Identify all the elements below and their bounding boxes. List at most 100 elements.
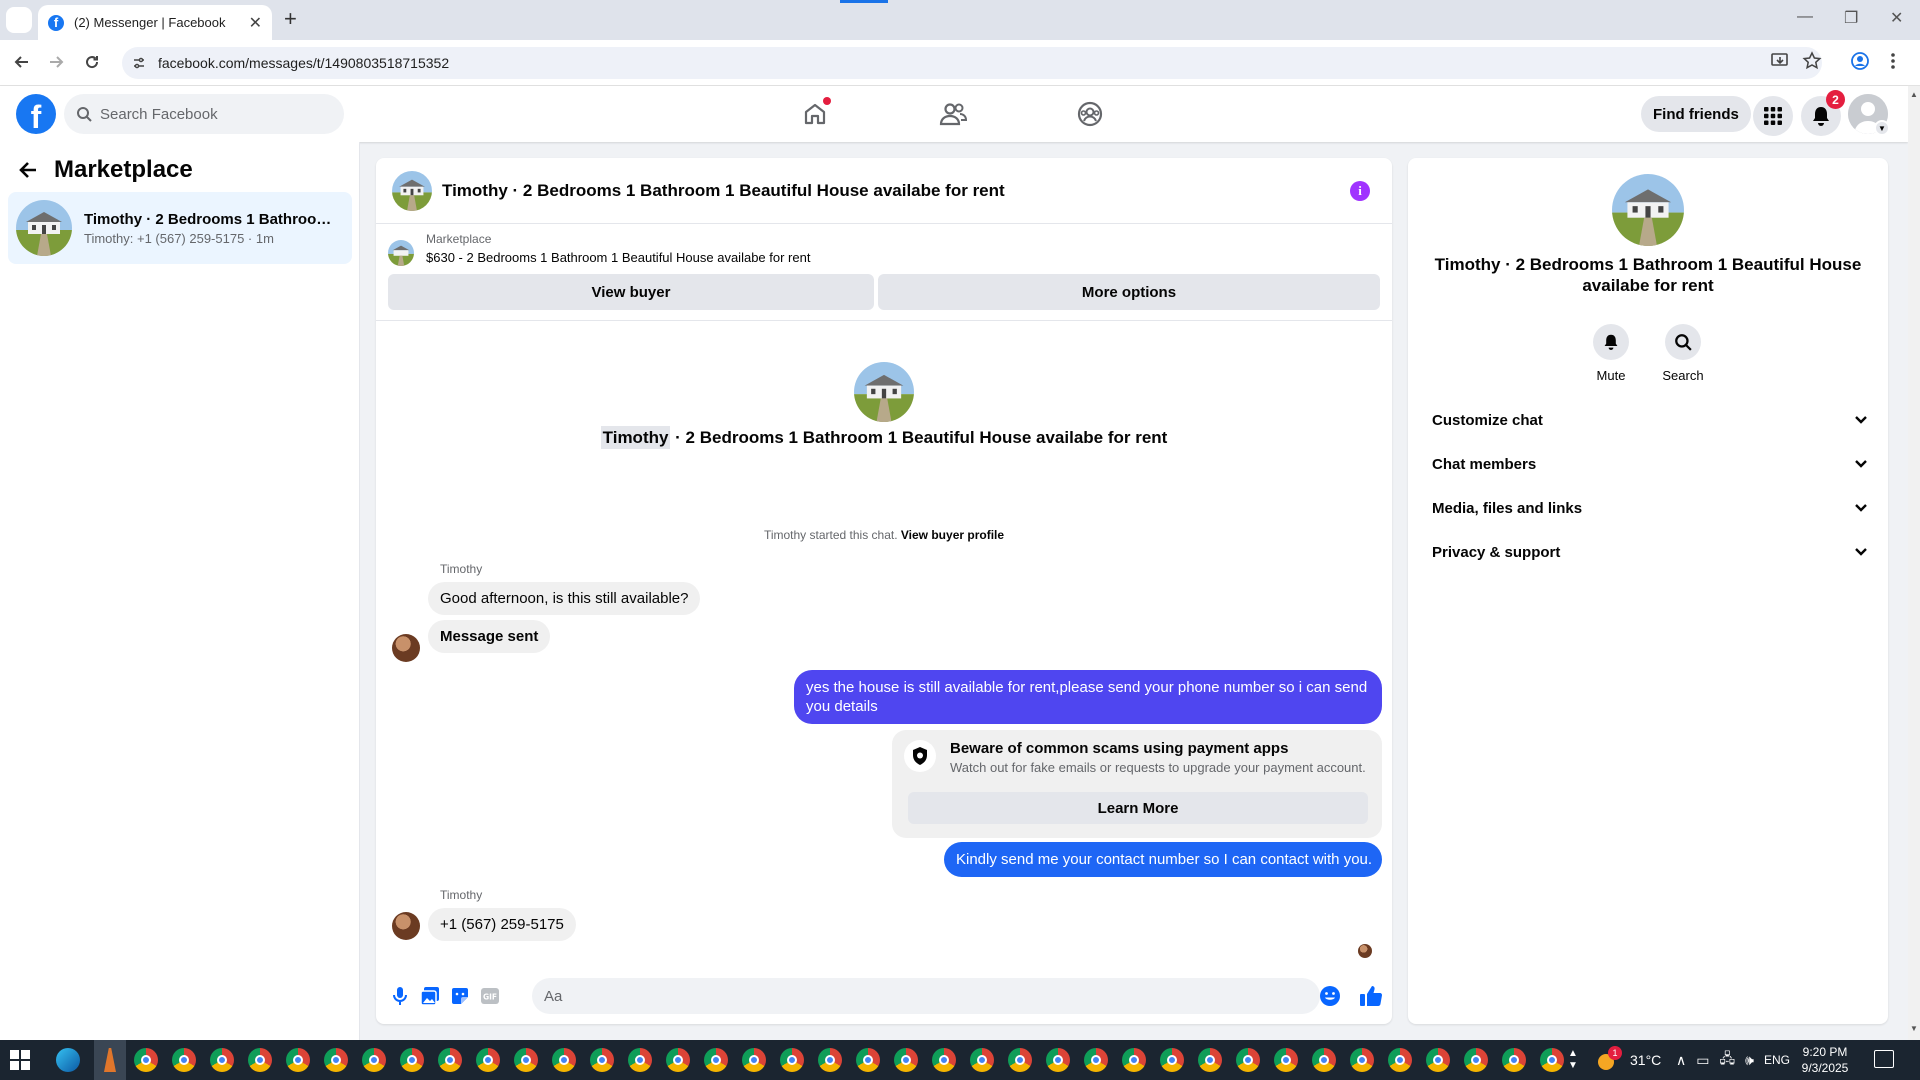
chrome-taskbar-icon[interactable] xyxy=(552,1048,576,1072)
chrome-taskbar-icon[interactable] xyxy=(1160,1048,1184,1072)
chrome-taskbar-icon[interactable] xyxy=(1540,1048,1564,1072)
network-icon[interactable]: 🖧 xyxy=(1719,1048,1735,1072)
address-bar[interactable]: facebook.com/messages/t/1490803518715352 xyxy=(122,47,1822,79)
learn-more-button[interactable]: Learn More xyxy=(908,792,1368,824)
chrome-taskbar-icon[interactable] xyxy=(856,1048,880,1072)
chat-list-item[interactable]: Timothy · 2 Bedrooms 1 Bathroom 1 Beauti… xyxy=(8,192,352,264)
chrome-taskbar-icon[interactable] xyxy=(1426,1048,1450,1072)
chrome-taskbar-icon[interactable] xyxy=(780,1048,804,1072)
gif-icon[interactable]: GIF xyxy=(478,984,502,1008)
chrome-taskbar-icon[interactable] xyxy=(1388,1048,1412,1072)
camera-icon[interactable]: ▭ xyxy=(1696,1052,1709,1069)
language-indicator[interactable]: ENG xyxy=(1764,1053,1790,1067)
mute-button[interactable] xyxy=(1593,324,1629,360)
tab-search-button[interactable] xyxy=(6,7,32,33)
chrome-taskbar-icon[interactable] xyxy=(134,1048,158,1072)
windows-start-icon[interactable] xyxy=(10,1050,30,1070)
sticker-icon[interactable] xyxy=(448,984,472,1008)
install-app-icon[interactable] xyxy=(1770,51,1790,71)
taskbar-scroll-arrows[interactable]: ▲ ▼ xyxy=(1568,1040,1578,1080)
conversation-avatar[interactable] xyxy=(392,170,432,211)
conversation-info-icon[interactable]: i xyxy=(1350,181,1370,201)
chrome-taskbar-icon[interactable] xyxy=(248,1048,272,1072)
back-icon[interactable] xyxy=(10,50,34,74)
chrome-taskbar-icon[interactable] xyxy=(704,1048,728,1072)
chrome-taskbar-icon[interactable] xyxy=(1274,1048,1298,1072)
microphone-icon[interactable] xyxy=(388,984,412,1008)
notification-center-icon[interactable] xyxy=(1874,1050,1894,1068)
media-files-links-section[interactable]: Media, files and links xyxy=(1416,486,1880,530)
search-in-chat-button[interactable] xyxy=(1665,324,1701,360)
photo-attach-icon[interactable] xyxy=(418,984,442,1008)
chrome-taskbar-icon[interactable] xyxy=(932,1048,956,1072)
facebook-search-box[interactable] xyxy=(64,94,344,134)
sender-avatar[interactable] xyxy=(392,912,420,940)
taskbar-scroll-icon[interactable]: ▲ ▼ xyxy=(1568,1048,1578,1072)
chrome-taskbar-icon[interactable] xyxy=(894,1048,918,1072)
chrome-taskbar-icon[interactable] xyxy=(210,1048,234,1072)
scroll-up-icon[interactable]: ▲ xyxy=(1910,90,1918,99)
chrome-taskbar-icon[interactable] xyxy=(970,1048,994,1072)
chrome-taskbar-icon[interactable] xyxy=(1008,1048,1032,1072)
view-buyer-button[interactable]: View buyer xyxy=(388,274,874,310)
site-info-icon[interactable] xyxy=(132,56,146,70)
chrome-taskbar-icon[interactable] xyxy=(438,1048,462,1072)
chrome-taskbar-icon[interactable] xyxy=(1350,1048,1374,1072)
browser-menu-icon[interactable] xyxy=(1890,51,1896,71)
groups-nav-button[interactable] xyxy=(1072,96,1108,132)
reload-icon[interactable] xyxy=(80,50,104,74)
minimize-icon[interactable]: — xyxy=(1797,8,1813,26)
edge-browser-icon[interactable] xyxy=(56,1048,80,1072)
more-options-button[interactable]: More options xyxy=(878,274,1380,310)
find-friends-button[interactable]: Find friends xyxy=(1641,96,1751,132)
chrome-taskbar-icon[interactable] xyxy=(1464,1048,1488,1072)
friends-nav-button[interactable] xyxy=(935,96,971,132)
sender-avatar[interactable] xyxy=(392,634,420,662)
chrome-taskbar-icon[interactable] xyxy=(1046,1048,1070,1072)
taskbar-clock[interactable]: 9:20 PM 9/3/2025 xyxy=(1790,1044,1860,1076)
chrome-taskbar-icon[interactable] xyxy=(818,1048,842,1072)
listing-description[interactable]: $630 - 2 Bedrooms 1 Bathroom 1 Beautiful… xyxy=(426,250,810,265)
bookmark-star-icon[interactable] xyxy=(1802,51,1822,71)
tab-close-icon[interactable]: ✕ xyxy=(249,13,262,33)
notifications-button[interactable]: 2 xyxy=(1801,90,1845,136)
facebook-logo-icon[interactable]: f xyxy=(16,94,56,134)
chrome-taskbar-icon[interactable] xyxy=(362,1048,386,1072)
chrome-taskbar-icon[interactable] xyxy=(666,1048,690,1072)
window-close-icon[interactable]: ✕ xyxy=(1890,8,1903,28)
home-nav-button[interactable] xyxy=(797,96,833,132)
tray-overflow-icon[interactable]: ∧ xyxy=(1676,1052,1686,1069)
chrome-taskbar-icon[interactable] xyxy=(1198,1048,1222,1072)
thumbs-up-icon[interactable] xyxy=(1358,983,1384,1009)
privacy-support-section[interactable]: Privacy & support xyxy=(1416,530,1880,574)
message-input[interactable] xyxy=(532,978,1320,1014)
incoming-message[interactable]: Good afternoon, is this still available? xyxy=(428,582,701,615)
chrome-taskbar-icon[interactable] xyxy=(1502,1048,1526,1072)
weather-widget[interactable]: 1 31°C xyxy=(1596,1040,1661,1080)
chrome-taskbar-icon[interactable] xyxy=(628,1048,652,1072)
mute-action[interactable]: Mute xyxy=(1576,324,1646,383)
customize-chat-section[interactable]: Customize chat xyxy=(1416,398,1880,442)
scroll-down-icon[interactable]: ▼ xyxy=(1910,1024,1918,1033)
incoming-message[interactable]: Message sent xyxy=(428,620,551,653)
restore-icon[interactable]: ❐ xyxy=(1844,8,1858,28)
outgoing-message[interactable]: Kindly send me your contact number so I … xyxy=(944,842,1382,877)
new-tab-button[interactable]: + xyxy=(284,8,297,30)
page-scrollbar[interactable]: ▲ ▼ xyxy=(1908,86,1920,1040)
chrome-taskbar-icon[interactable] xyxy=(1312,1048,1336,1072)
search-action[interactable]: Search xyxy=(1648,324,1718,383)
chrome-taskbar-icon[interactable] xyxy=(742,1048,766,1072)
chrome-taskbar-icon[interactable] xyxy=(476,1048,500,1072)
back-arrow-icon[interactable] xyxy=(18,160,38,180)
forward-icon[interactable] xyxy=(44,50,68,74)
browser-tab-messenger[interactable]: f (2) Messenger | Facebook ✕ xyxy=(38,5,272,40)
browser-profile-icon[interactable] xyxy=(1850,51,1870,71)
chat-members-section[interactable]: Chat members xyxy=(1416,442,1880,486)
info-panel-avatar[interactable] xyxy=(1612,174,1684,246)
emoji-icon[interactable] xyxy=(1318,984,1342,1008)
chrome-taskbar-icon[interactable] xyxy=(1236,1048,1260,1072)
chrome-taskbar-icon[interactable] xyxy=(324,1048,348,1072)
chrome-taskbar-icon[interactable] xyxy=(400,1048,424,1072)
account-chevron-down-icon[interactable]: ▼ xyxy=(1874,120,1890,136)
outgoing-message[interactable]: yes the house is still available for ren… xyxy=(794,670,1382,724)
